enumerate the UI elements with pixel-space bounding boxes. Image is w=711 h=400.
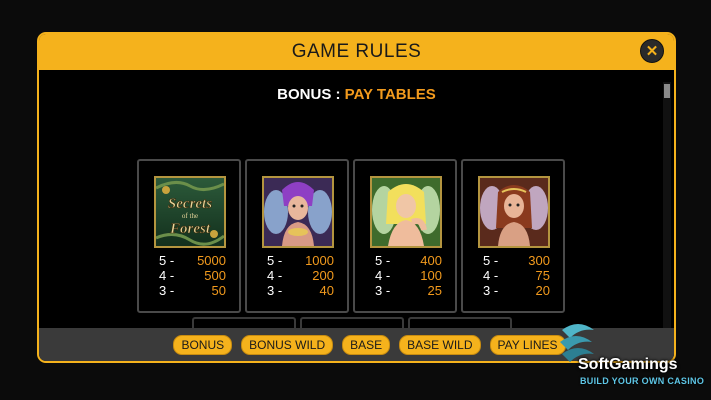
pay-row: 4 - 100 <box>375 268 442 283</box>
pay-count: 4 - <box>267 268 283 283</box>
pay-count: 3 - <box>375 283 391 298</box>
pay-values: 5 - 5000 4 - 500 3 - 50 <box>159 253 226 298</box>
pay-count: 5 - <box>159 253 175 268</box>
pay-row: 5 - 5000 <box>159 253 226 268</box>
modal-title: GAME RULES <box>291 41 422 62</box>
paytable-card: 5 - 300 4 - 75 3 - 20 <box>461 159 565 313</box>
section-title: BONUS : PAY TABLES <box>39 86 674 103</box>
pay-row: 3 - 40 <box>267 283 334 298</box>
purple-fairy-symbol <box>262 176 334 248</box>
logo-line-3: Forest <box>169 221 211 237</box>
pay-value: 5000 <box>197 253 226 268</box>
pay-values: 5 - 400 4 - 100 3 - 25 <box>375 253 442 298</box>
paytable-card: 5 - 1000 4 - 200 3 - 40 <box>245 159 349 313</box>
pay-count: 5 - <box>483 253 499 268</box>
pay-values: 5 - 300 4 - 75 3 - 20 <box>483 253 550 298</box>
pay-value: 100 <box>420 268 442 283</box>
scrollbar-thumb[interactable] <box>664 84 670 98</box>
pay-value: 200 <box>312 268 334 283</box>
pay-value: 20 <box>535 283 550 298</box>
scrollbar[interactable] <box>663 82 671 330</box>
section-title-prefix: BONUS : <box>277 86 345 103</box>
pay-row: 5 - 1000 <box>267 253 334 268</box>
softgamings-watermark: SoftGamings BUILD YOUR OWN CASINO <box>556 320 706 392</box>
pay-table-cards: Secrets of the Forest 5 - 5000 4 - 500 3 -… <box>137 159 565 313</box>
logo-line-2: of the <box>182 212 198 220</box>
pay-value: 500 <box>204 268 226 283</box>
pay-row: 3 - 20 <box>483 283 550 298</box>
pay-row: 5 - 300 <box>483 253 550 268</box>
pay-value: 1000 <box>305 253 334 268</box>
pay-row: 3 - 25 <box>375 283 442 298</box>
tab-base[interactable]: BASE <box>342 334 391 355</box>
pay-value: 50 <box>211 283 226 298</box>
modal-header: GAME RULES ✕ <box>39 34 674 70</box>
pay-row: 5 - 400 <box>375 253 442 268</box>
brand-name: SoftGamings <box>578 356 678 373</box>
brand-tagline: BUILD YOUR OWN CASINO <box>580 376 705 386</box>
pay-count: 4 - <box>483 268 499 283</box>
logo-symbol: Secrets of the Forest <box>154 176 226 248</box>
logo-line-1: Secrets <box>168 196 212 212</box>
pay-row: 4 - 500 <box>159 268 226 283</box>
pay-value: 25 <box>427 283 442 298</box>
pay-values: 5 - 1000 4 - 200 3 - 40 <box>267 253 334 298</box>
pay-row: 3 - 50 <box>159 283 226 298</box>
pay-value: 40 <box>319 283 334 298</box>
section-title-highlight: PAY TABLES <box>344 86 436 103</box>
red-fairy-symbol <box>478 176 550 248</box>
pay-value: 400 <box>420 253 442 268</box>
pay-count: 5 - <box>375 253 391 268</box>
pay-count: 5 - <box>267 253 283 268</box>
pay-value: 300 <box>528 253 550 268</box>
close-icon: ✕ <box>645 42 659 60</box>
pay-row: 4 - 75 <box>483 268 550 283</box>
pay-count: 4 - <box>159 268 175 283</box>
tab-bonus[interactable]: BONUS <box>173 334 233 355</box>
tab-bonus-wild[interactable]: BONUS WILD <box>241 334 334 355</box>
pay-count: 3 - <box>159 283 175 298</box>
pay-value: 75 <box>535 268 550 283</box>
blonde-fairy-symbol <box>370 176 442 248</box>
paytable-card: 5 - 400 4 - 100 3 - 25 <box>353 159 457 313</box>
pay-row: 4 - 200 <box>267 268 334 283</box>
game-rules-modal: GAME RULES ✕ BONUS : PAY TABLES Secrets … <box>37 32 676 363</box>
pay-count: 4 - <box>375 268 391 283</box>
tab-pay-lines[interactable]: PAY LINES <box>489 334 566 355</box>
tab-base-wild[interactable]: BASE WILD <box>399 334 481 355</box>
paytable-card: Secrets of the Forest 5 - 5000 4 - 500 3 -… <box>137 159 241 313</box>
pay-count: 3 - <box>267 283 283 298</box>
close-button[interactable]: ✕ <box>640 39 664 63</box>
pay-count: 3 - <box>483 283 499 298</box>
